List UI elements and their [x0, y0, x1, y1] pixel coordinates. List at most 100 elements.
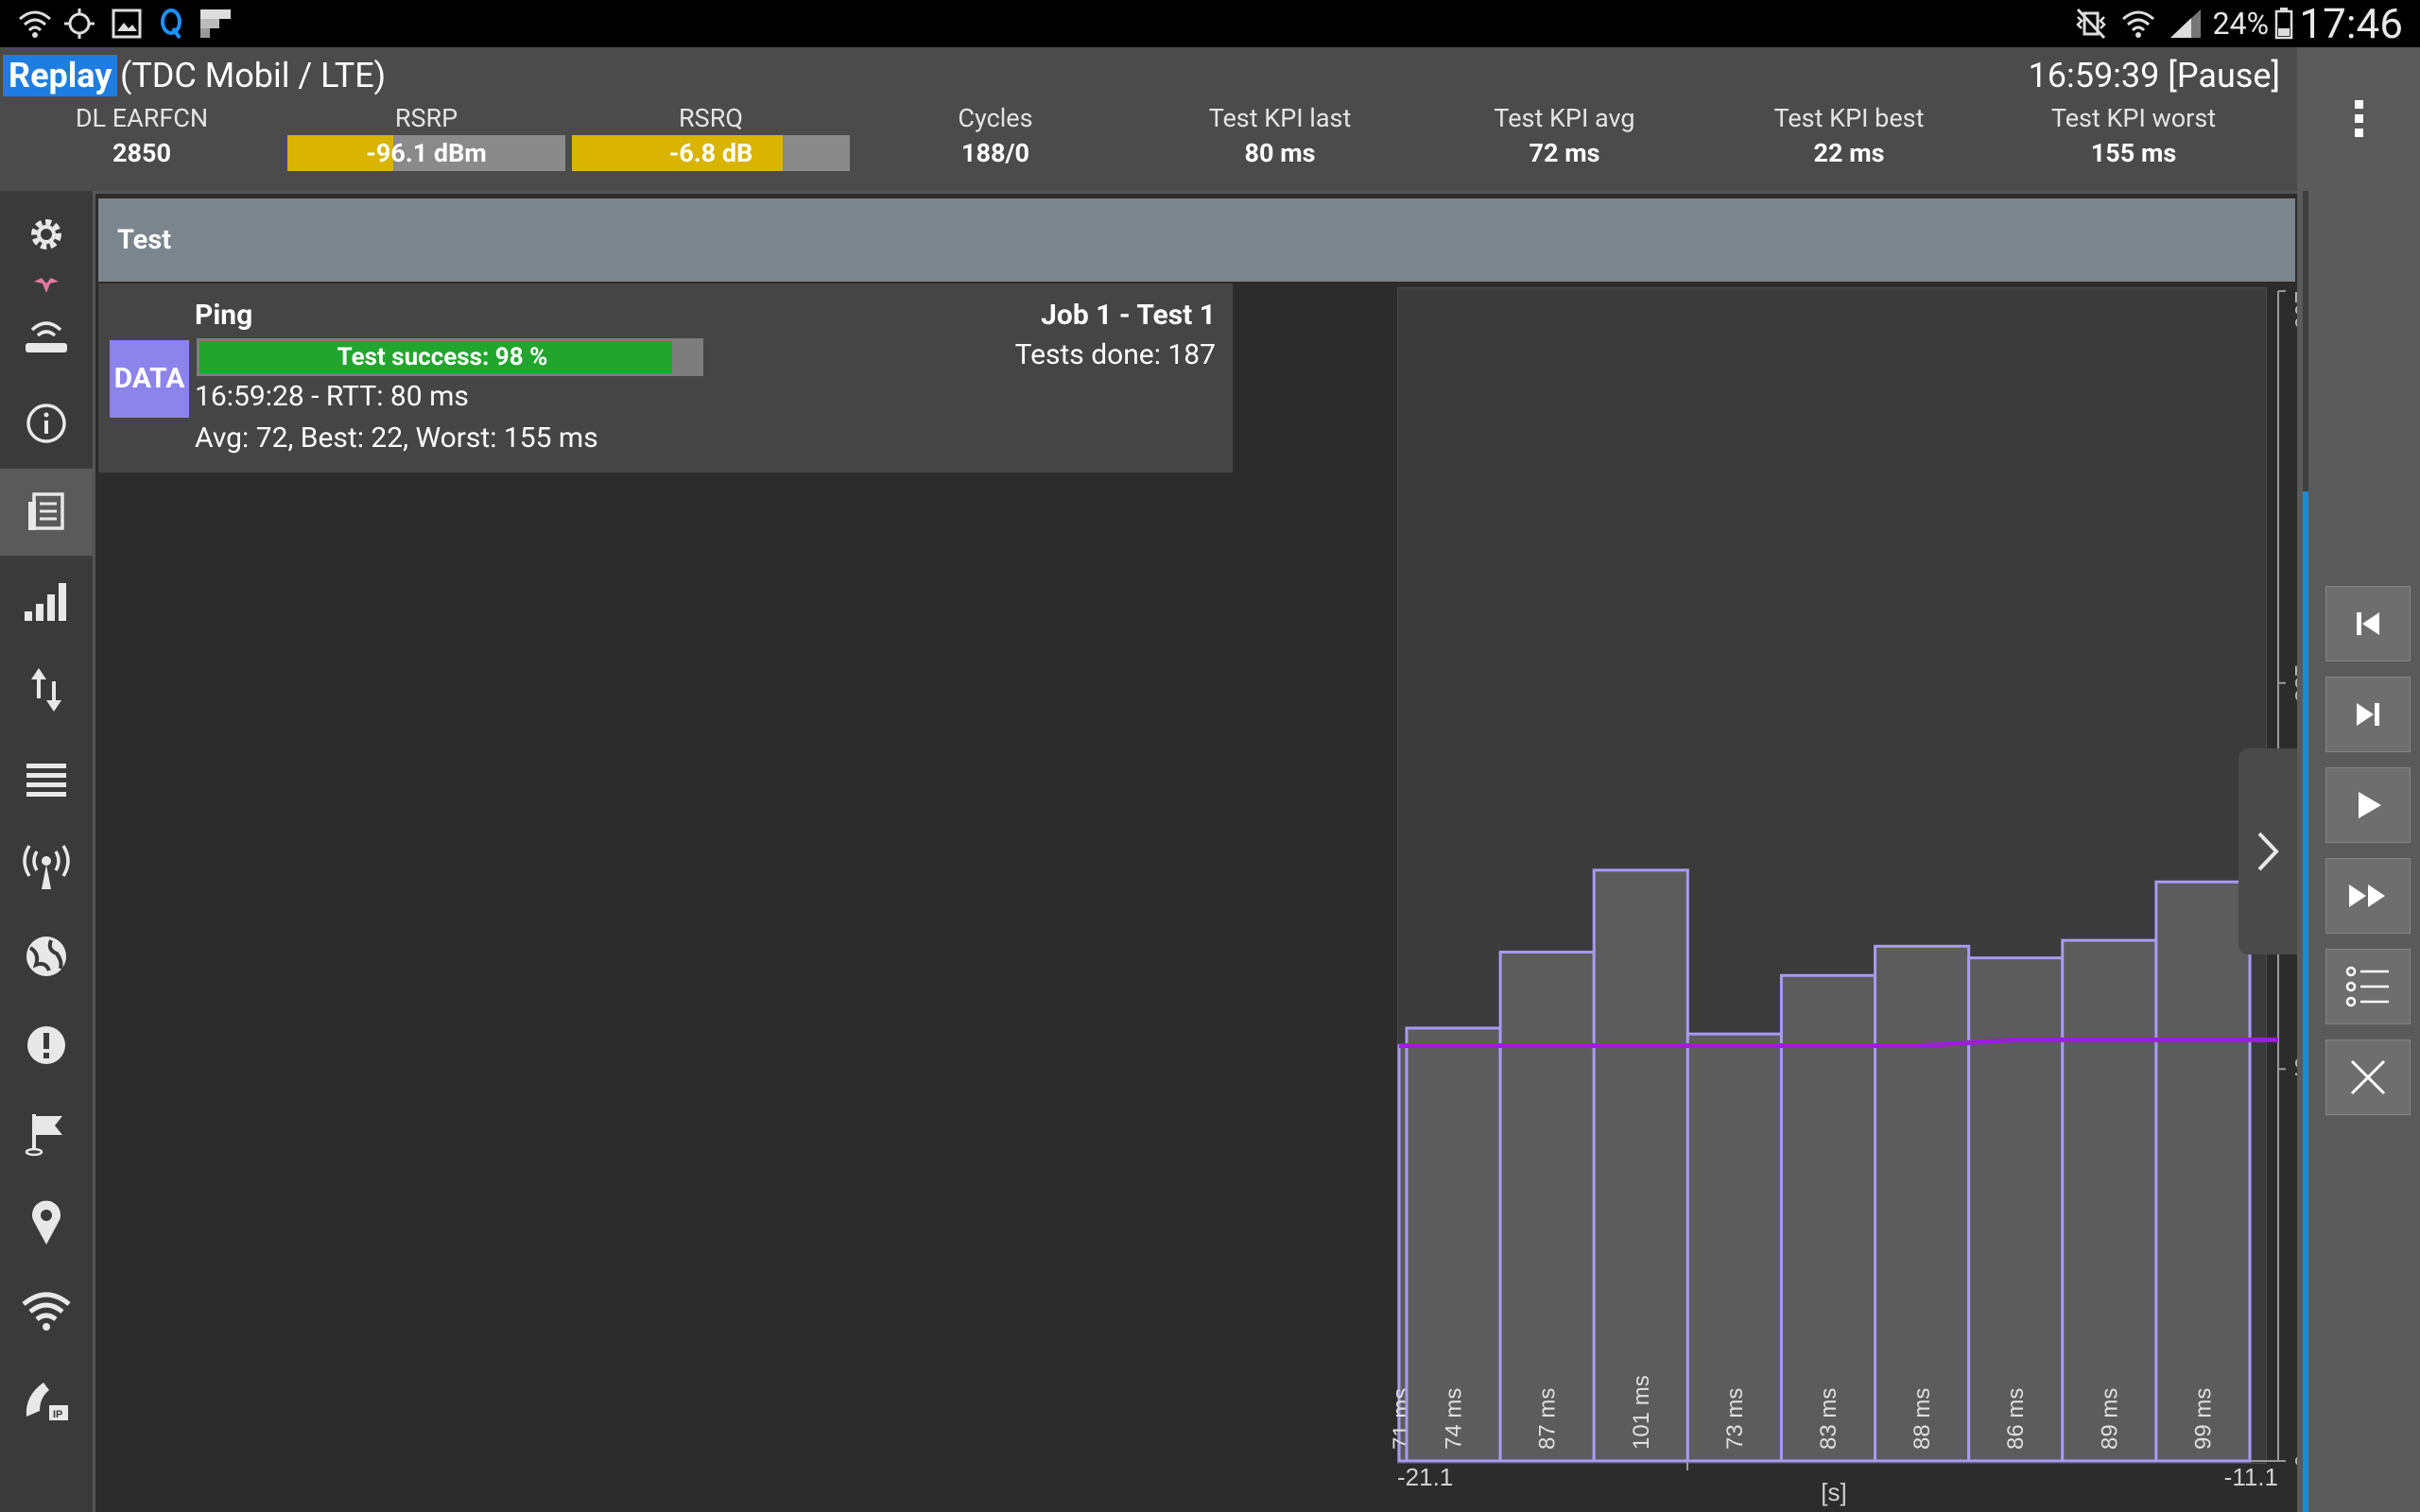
- left-nav-sidebar: IP: [0, 191, 93, 1512]
- overflow-menu-icon[interactable]: [2344, 94, 2373, 151]
- expand-panel-tab[interactable]: [2238, 748, 2297, 954]
- cell-signal-icon: [2167, 6, 2204, 42]
- skip-previous-icon: [2357, 612, 2379, 635]
- gallery-status-icon: [108, 6, 146, 42]
- antenna-icon: [23, 845, 70, 889]
- globe-icon: [26, 936, 66, 976]
- voip-phone-icon: IP: [26, 1383, 68, 1420]
- signal-bars-icon: [25, 583, 66, 621]
- bar-value-label: 86 ms: [2003, 1388, 2029, 1450]
- x-max-label: -11.1: [2224, 1463, 2278, 1491]
- x-axis-label: [s]: [1821, 1478, 1846, 1506]
- rsrq-value: -6.8 dB: [668, 138, 753, 168]
- play-icon: [2359, 792, 2381, 818]
- operator-label: (TDC Mobil / LTE): [120, 56, 387, 95]
- nav-settings[interactable]: [0, 191, 93, 278]
- scrollbar-track: [2303, 191, 2308, 491]
- bar-value-label: 74 ms: [1442, 1388, 1467, 1450]
- kpi-test-avg: Test KPI avg 72 ms: [1423, 102, 1706, 172]
- bar-value-label: 88 ms: [1910, 1388, 1935, 1450]
- nav-voip[interactable]: IP: [0, 1357, 93, 1444]
- status-clock: 17:46: [2299, 0, 2403, 48]
- q-app-status-icon: [155, 6, 187, 42]
- job-label: Job 1 - Test 1: [1041, 299, 1216, 332]
- play-button[interactable]: [2325, 767, 2411, 843]
- skip-previous-button[interactable]: [2325, 586, 2411, 662]
- close-icon: [2350, 1059, 2386, 1095]
- bar-value-label: 83 ms: [1816, 1388, 1841, 1450]
- android-status-bar: 24% 17:46: [0, 0, 2420, 47]
- wifi-signal-icon: [2119, 6, 2157, 42]
- test-name: Ping: [195, 299, 253, 332]
- kpi-value: 2850: [112, 138, 171, 168]
- nav-info[interactable]: [0, 380, 93, 467]
- kpi-value: 80 ms: [1244, 138, 1316, 168]
- panel-titlebar: Test: [98, 198, 2295, 282]
- kpi-label: Test KPI last: [1208, 103, 1352, 133]
- svg-text:IP: IP: [53, 1409, 62, 1420]
- kpi-value: 155 ms: [2090, 138, 2177, 168]
- data-badge: DATA: [110, 340, 189, 418]
- bar-value-label: 101 ms: [1629, 1375, 1654, 1450]
- skip-next-button[interactable]: [2325, 677, 2411, 752]
- tests-done: Tests done: 187: [1014, 338, 1216, 371]
- kpi-rsrp: RSRP: [285, 102, 568, 134]
- scrollbar-thumb[interactable]: [2303, 491, 2308, 1512]
- nav-alerts[interactable]: [0, 1002, 93, 1089]
- event-list-button[interactable]: [2325, 949, 2411, 1024]
- nav-map[interactable]: [0, 1179, 93, 1266]
- kpi-label: Test KPI worst: [2050, 103, 2217, 133]
- bar-value-label: 99 ms: [2190, 1388, 2216, 1450]
- battery-percent: 24%: [2212, 6, 2269, 42]
- measurement-header: Replay (TDC Mobil / LTE) 16:59:39 [Pause…: [0, 47, 2297, 191]
- nav-transfer[interactable]: [0, 646, 93, 733]
- nav-test-log[interactable]: [0, 469, 93, 556]
- kpi-label: RSRP: [394, 103, 458, 133]
- y-tick-label: 200: [2290, 291, 2297, 329]
- vibrate-mute-icon: [2070, 6, 2112, 42]
- flag-icon: [25, 1114, 62, 1157]
- nav-router[interactable]: [0, 291, 93, 378]
- close-replay-button[interactable]: [2325, 1040, 2411, 1115]
- panel-title: Test: [117, 224, 172, 256]
- kpi-label: RSRQ: [679, 103, 743, 133]
- rsrp-value: -96.1 dBm: [366, 138, 487, 168]
- wifi-status-icon: [13, 6, 57, 42]
- rtt-bar: [1874, 944, 1971, 1463]
- kpi-label: DL EARFCN: [75, 103, 209, 133]
- replay-timestamp: 16:59:39 [Pause]: [2028, 56, 2280, 95]
- kpi-test-worst: Test KPI worst 155 ms: [1992, 102, 2275, 172]
- replay-mode-badge[interactable]: Replay: [3, 55, 118, 96]
- nav-antenna[interactable]: [0, 824, 93, 911]
- kpi-label: Cycles: [958, 103, 1033, 133]
- kpi-rsrq: RSRQ: [569, 102, 853, 134]
- kpi-value: 72 ms: [1529, 138, 1600, 168]
- fast-forward-icon: [2349, 885, 2385, 907]
- nav-globe[interactable]: [0, 913, 93, 1000]
- nav-wifi[interactable]: [0, 1268, 93, 1355]
- nav-markers[interactable]: [0, 1091, 93, 1177]
- y-tick-label: 133: [2290, 664, 2297, 702]
- event-list-icon: [2345, 966, 2389, 1007]
- rsrp-meter: -96.1 dBm: [287, 135, 565, 171]
- fast-forward-button[interactable]: [2325, 858, 2411, 934]
- battery-icon: [2271, 6, 2297, 42]
- bar-value-label: 87 ms: [1535, 1388, 1561, 1450]
- transfer-arrows-icon: [31, 668, 61, 712]
- settings-gear-icon: [31, 219, 61, 249]
- result-summary: Avg: 72, Best: 22, Worst: 155 ms: [195, 421, 598, 455]
- rtt-bar-chart: 06713320071 ms74 ms87 ms101 ms73 ms83 ms…: [1390, 290, 2297, 1506]
- bar-value-label: 73 ms: [1722, 1388, 1748, 1450]
- document-list-icon: [28, 492, 64, 530]
- nav-list[interactable]: [0, 735, 93, 822]
- menu-lines-icon: [26, 764, 66, 797]
- bar-value-label: 89 ms: [2097, 1388, 2122, 1450]
- success-rate-label: Test success: 98 %: [337, 343, 548, 371]
- rsrq-meter: -6.8 dB: [572, 135, 850, 171]
- router-icon: [26, 321, 67, 352]
- chevron-right-icon: [2257, 832, 2279, 871]
- y-tick-label: 67: [2290, 1057, 2297, 1082]
- last-result: 16:59:28 - RTT: 80 ms: [195, 380, 469, 413]
- nav-signal[interactable]: [0, 558, 93, 644]
- kpi-cycles: Cycles 188/0: [854, 102, 1137, 172]
